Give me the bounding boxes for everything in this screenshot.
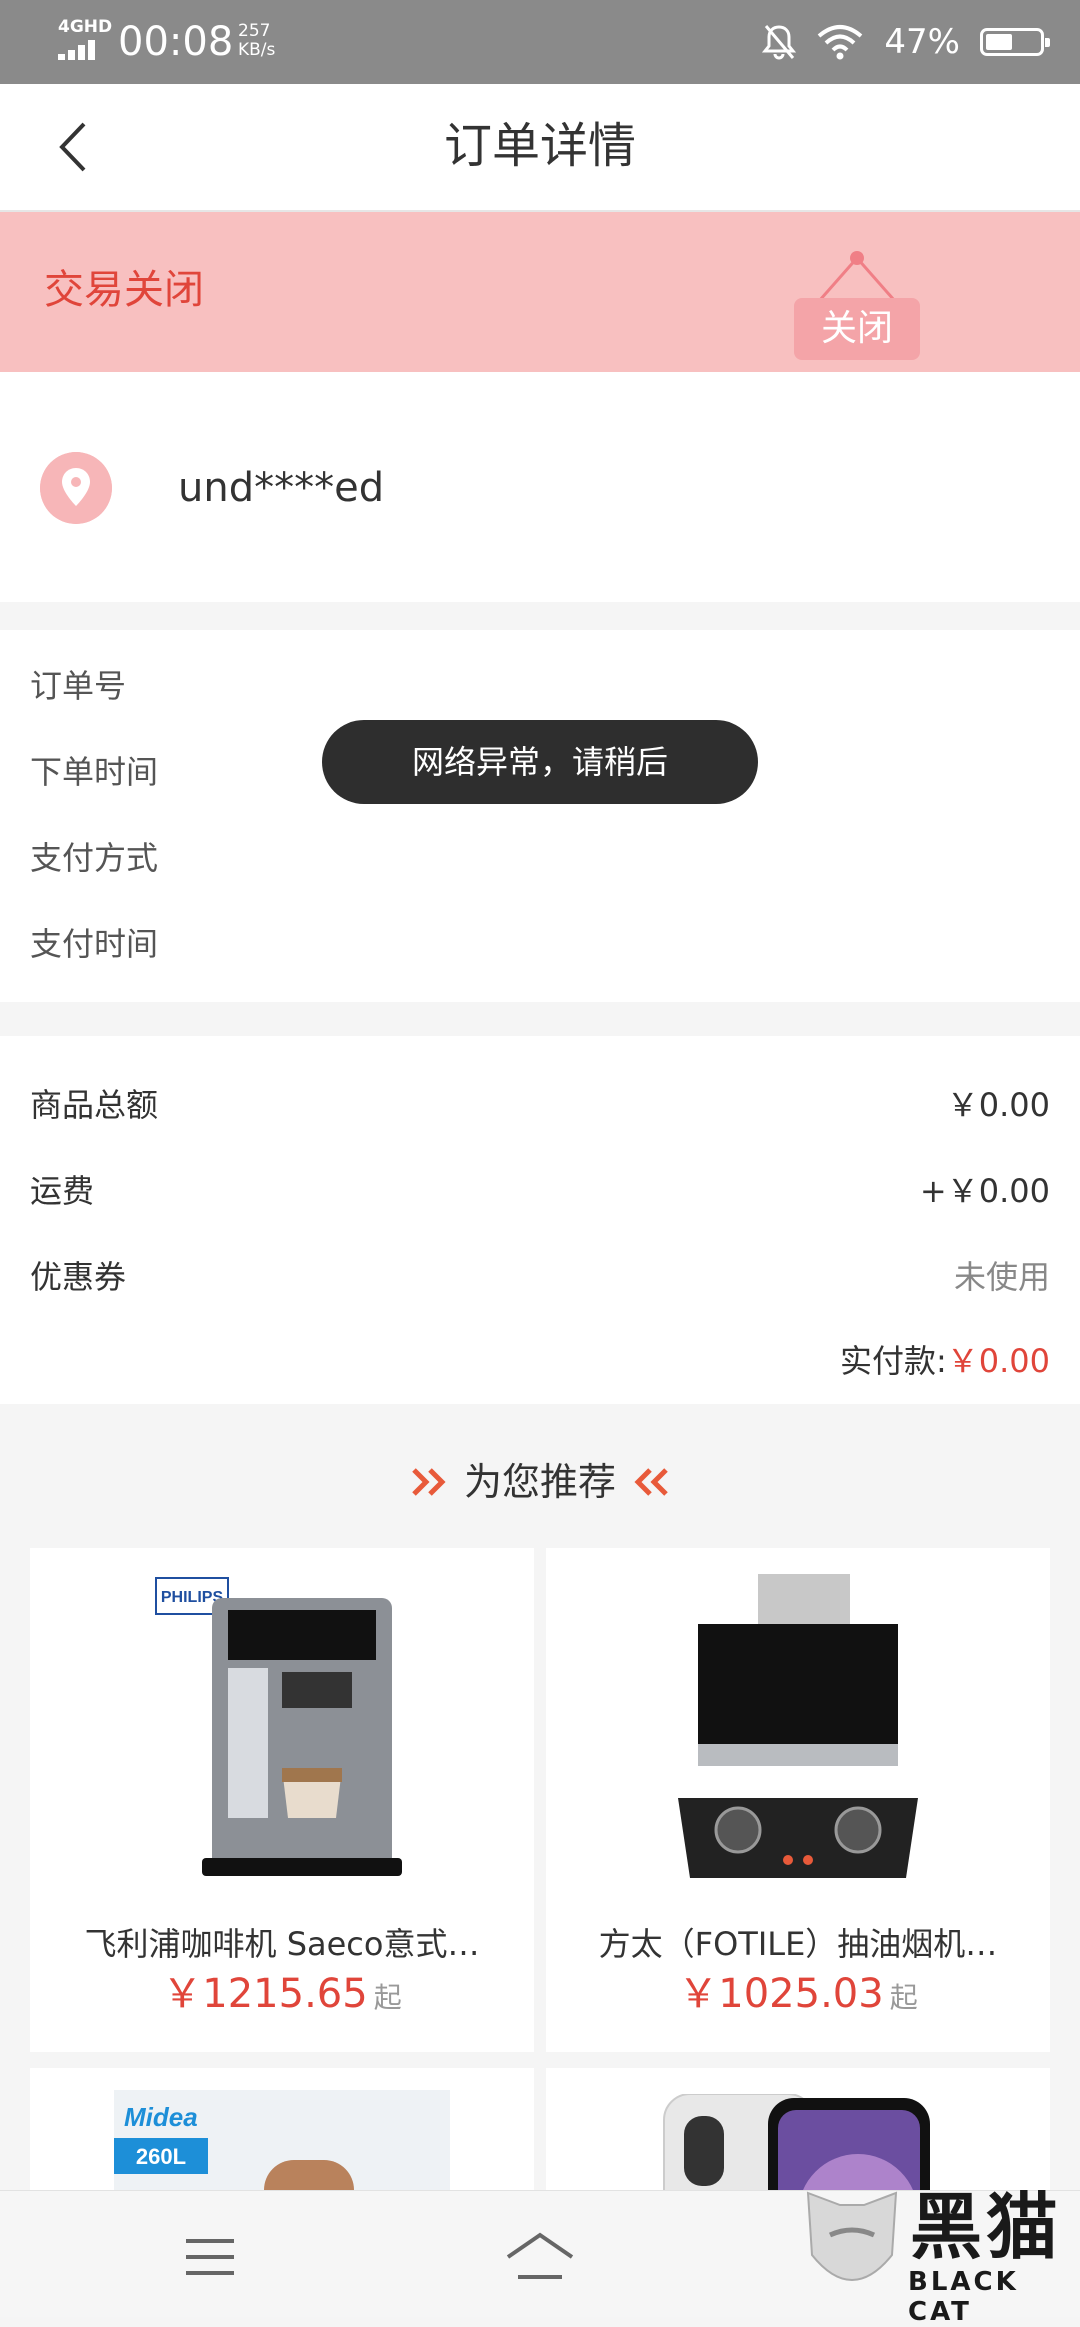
goods-total-value: ￥0.00 bbox=[946, 1086, 1050, 1124]
double-chevron-right-icon bbox=[412, 1468, 446, 1496]
battery-icon bbox=[980, 28, 1050, 56]
cat-logo-icon bbox=[806, 2191, 898, 2281]
hanging-string-icon bbox=[818, 251, 896, 301]
closed-tag-label: 关闭 bbox=[794, 298, 920, 360]
coupon-value: 未使用 bbox=[953, 1258, 1050, 1296]
address-section[interactable]: und****ed bbox=[0, 372, 1080, 602]
mute-bell-icon bbox=[762, 25, 797, 60]
goods-total-row: 商品总额 ￥0.00 bbox=[30, 1080, 1050, 1130]
wifi-icon bbox=[818, 25, 863, 60]
network-speed: 257 KB/s bbox=[238, 22, 275, 60]
double-chevron-left-icon bbox=[634, 1468, 668, 1496]
status-time: 00:08 bbox=[118, 19, 234, 65]
range-hood-image bbox=[678, 1574, 918, 1878]
home-icon[interactable] bbox=[504, 2227, 576, 2287]
speed-unit: KB/s bbox=[238, 40, 276, 60]
speed-value: 257 bbox=[238, 21, 271, 41]
signal-icon bbox=[58, 38, 104, 60]
network-error-toast: 网络异常，请稍后 bbox=[322, 720, 758, 804]
shipping-value: +￥0.00 bbox=[919, 1172, 1050, 1210]
network-type: 4GHD bbox=[58, 17, 113, 37]
location-pin-icon bbox=[40, 452, 112, 524]
price-value: ￥1215.65 bbox=[162, 1971, 368, 2017]
recommend-header: 为您推荐 bbox=[0, 1452, 1080, 1512]
order-number-label: 订单号 bbox=[30, 667, 127, 705]
product-name: 飞利浦咖啡机 Saeco意式… bbox=[84, 1925, 480, 1963]
bottom-nav-bar: 黑猫 BLACK CAT bbox=[0, 2185, 1080, 2327]
shipping-row: 运费 +￥0.00 bbox=[30, 1166, 1050, 1216]
product-name: 方太（FOTILE）抽油烟机… bbox=[598, 1925, 998, 1963]
paid-label: 实付款: bbox=[839, 1342, 947, 1380]
amount-summary: 商品总额 ￥0.00 运费 +￥0.00 优惠券 未使用 实付款:￥0.00 bbox=[0, 1036, 1080, 1404]
product-card[interactable]: PHILIPS 飞利浦咖啡机 Saeco意式… ￥1215.65 起 bbox=[30, 1548, 534, 2052]
order-info-section: 订单号 下单时间 支付方式 支付时间 bbox=[0, 630, 1080, 1002]
goods-total-label: 商品总额 bbox=[30, 1086, 159, 1124]
recommend-title: 为您推荐 bbox=[463, 1460, 616, 1504]
order-status-text: 交易关闭 bbox=[44, 267, 204, 313]
status-bar: 4GHD 00:08 257 KB/s 47% bbox=[0, 0, 1080, 84]
watermark-logo: 黑猫 BLACK CAT bbox=[800, 2183, 1070, 2327]
watermark-en: BLACK CAT bbox=[908, 2267, 1019, 2327]
coupon-label: 优惠券 bbox=[30, 1258, 127, 1296]
order-time-label: 下单时间 bbox=[30, 753, 159, 791]
price-suffix: 起 bbox=[889, 1981, 918, 2014]
shipping-label: 运费 bbox=[30, 1172, 95, 1210]
order-status-banner: 交易关闭 关闭 bbox=[0, 212, 1080, 372]
page-title: 订单详情 bbox=[443, 118, 636, 174]
capacity-badge: 260L bbox=[136, 2144, 186, 2169]
brand-logo-text: Midea bbox=[124, 2102, 198, 2132]
coupon-row[interactable]: 优惠券 未使用 bbox=[30, 1252, 1050, 1302]
product-card[interactable]: 方太（FOTILE）抽油烟机… ￥1025.03 起 bbox=[546, 1548, 1050, 2052]
product-price: ￥1215.65 起 bbox=[30, 1968, 534, 2028]
nav-header: 订单详情 bbox=[0, 84, 1080, 212]
paid-value: ￥0.00 bbox=[946, 1342, 1050, 1380]
address-text: und****ed bbox=[178, 465, 385, 511]
battery-percent: 47% bbox=[884, 22, 960, 62]
coffee-machine-image: PHILIPS bbox=[155, 1577, 402, 1876]
pay-time-label: 支付时间 bbox=[30, 925, 159, 963]
pay-method-label: 支付方式 bbox=[30, 839, 159, 877]
closed-tag: 关闭 bbox=[792, 228, 928, 368]
price-value: ￥1025.03 bbox=[678, 1971, 884, 2017]
product-price: ￥1025.03 起 bbox=[546, 1968, 1050, 2028]
price-suffix: 起 bbox=[373, 1981, 402, 2014]
menu-icon[interactable] bbox=[180, 2227, 240, 2287]
paid-amount: 实付款:￥0.00 bbox=[840, 1336, 1050, 1386]
watermark-cn: 黑猫 bbox=[910, 2185, 1063, 2269]
